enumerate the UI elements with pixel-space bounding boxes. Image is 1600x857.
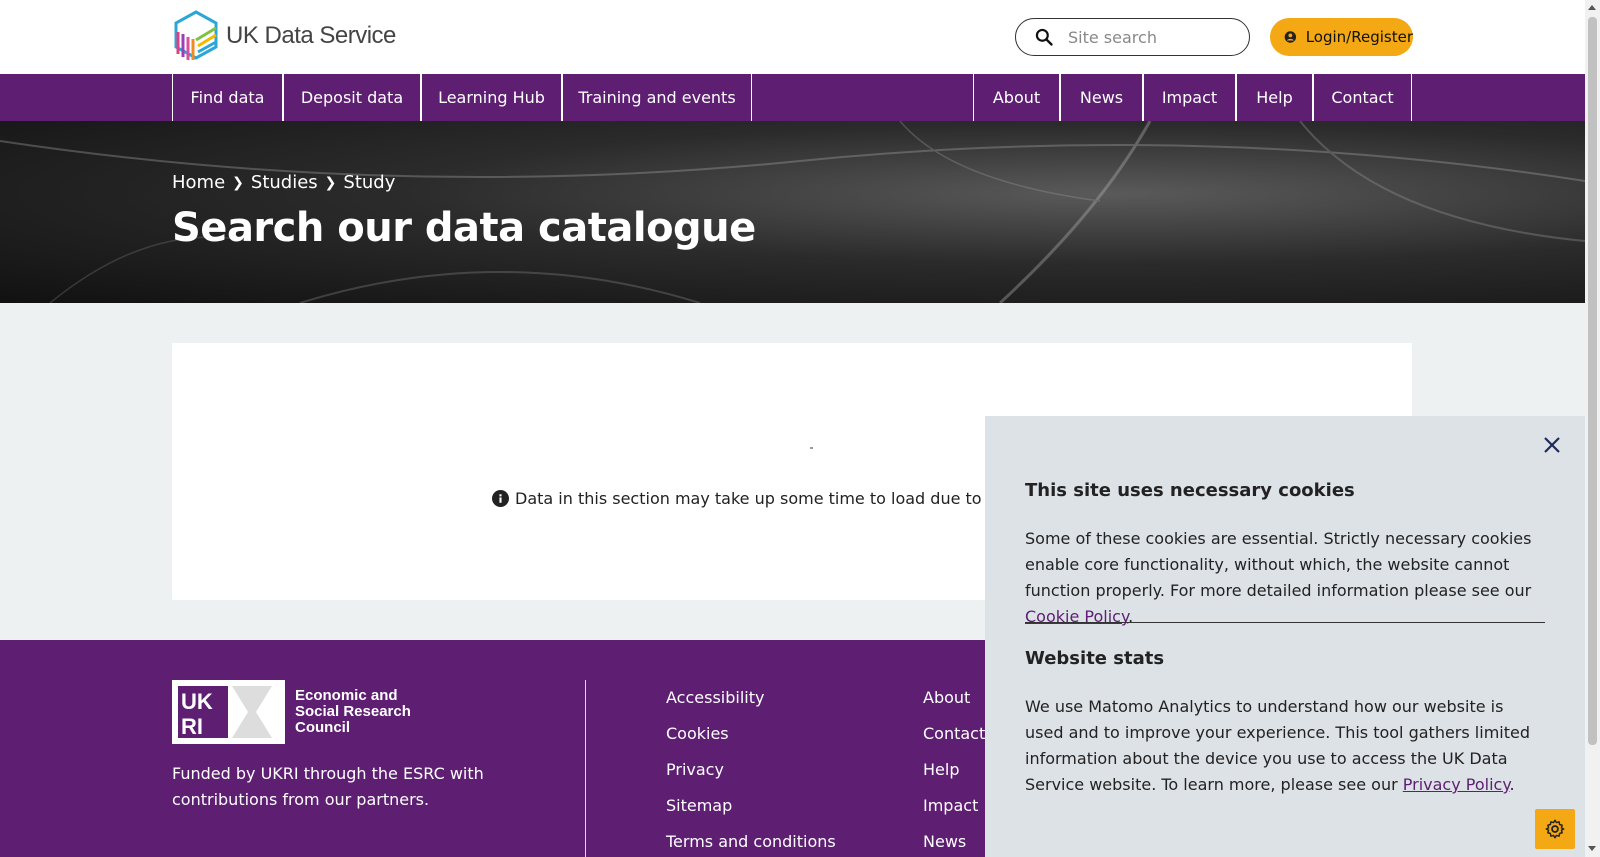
footer-link-news[interactable]: News (923, 832, 966, 851)
footer-links-site: About Contact Help Impact News (923, 688, 985, 857)
logo-text: UK Data Service (226, 22, 396, 49)
cookie-consent-panel: This site uses necessary cookies Some of… (985, 416, 1585, 857)
page-title: Search our data catalogue (172, 205, 756, 251)
scroll-up-arrow-icon[interactable] (1588, 5, 1596, 10)
breadcrumb: Home ❯ Studies ❯ Study (172, 172, 395, 193)
chevron-right-icon: ❯ (232, 174, 244, 191)
nav-item-contact[interactable]: Contact (1313, 74, 1412, 121)
page-hero: Home ❯ Studies ❯ Study Search our data c… (0, 121, 1585, 303)
nav-item-find-data[interactable]: Find data (172, 74, 283, 121)
breadcrumb-home[interactable]: Home (172, 172, 225, 193)
footer-link-help[interactable]: Help (923, 760, 959, 779)
scrollbar-thumb[interactable] (1588, 17, 1597, 745)
site-logo[interactable]: UK Data Service (172, 10, 396, 62)
svg-text:UK: UK (181, 689, 213, 714)
cookie-policy-link[interactable]: Cookie Policy (1025, 607, 1128, 626)
chevron-right-icon: ❯ (324, 174, 337, 191)
cookie-necessary-title: This site uses necessary cookies (1025, 480, 1355, 501)
nav-item-news[interactable]: News (1060, 74, 1143, 121)
footer-link-contact[interactable]: Contact (923, 724, 985, 743)
footer-link-about[interactable]: About (923, 688, 970, 707)
breadcrumb-studies[interactable]: Studies (251, 172, 318, 193)
footer-link-accessibility[interactable]: Accessibility (666, 688, 764, 707)
nav-item-training-events[interactable]: Training and events (562, 74, 752, 121)
loading-indicator (810, 447, 813, 449)
esrc-logo[interactable]: UK RI Economic and Social Research Counc… (172, 680, 435, 744)
footer-link-cookies[interactable]: Cookies (666, 724, 729, 743)
site-search[interactable] (1015, 18, 1250, 56)
user-circle-icon (1284, 31, 1297, 43)
site-header: UK Data Service Login/Register (0, 0, 1585, 74)
breadcrumb-current: Study (343, 172, 396, 193)
cookie-necessary-body: Some of these cookies are essential. Str… (1025, 529, 1532, 600)
footer-link-impact[interactable]: Impact (923, 796, 978, 815)
close-icon[interactable] (1541, 434, 1563, 456)
login-label: Login/Register (1305, 28, 1413, 46)
cookie-settings-button[interactable] (1535, 809, 1575, 849)
website-stats-title: Website stats (1025, 648, 1165, 669)
page-scrollbar[interactable] (1585, 0, 1600, 857)
login-register-button[interactable]: Login/Register (1270, 18, 1413, 56)
nav-item-learning-hub[interactable]: Learning Hub (421, 74, 562, 121)
loading-notice: Data in this section may take up some ti… (492, 489, 1013, 508)
footer-divider (585, 680, 586, 857)
scroll-down-arrow-icon[interactable] (1588, 846, 1596, 851)
svg-text:RI: RI (181, 714, 203, 739)
ukri-logo-icon: UK RI (172, 680, 285, 744)
footer-link-privacy[interactable]: Privacy (666, 760, 724, 779)
search-icon[interactable] (1034, 27, 1054, 47)
gear-icon (1545, 819, 1565, 839)
esrc-logo-text: Economic and Social Research Council (295, 687, 411, 736)
main-nav: Find data Deposit data Learning Hub Trai… (0, 74, 1585, 121)
nav-item-deposit-data[interactable]: Deposit data (283, 74, 421, 121)
footer-links-legal: Accessibility Cookies Privacy Sitemap Te… (666, 688, 836, 857)
nav-item-about[interactable]: About (973, 74, 1060, 121)
search-input[interactable] (1068, 27, 1238, 47)
loading-notice-text: Data in this section may take up some ti… (515, 489, 1013, 508)
footer-link-sitemap[interactable]: Sitemap (666, 796, 732, 815)
privacy-policy-link[interactable]: Privacy Policy (1403, 775, 1510, 794)
footer-link-terms[interactable]: Terms and conditions (666, 832, 836, 851)
nav-item-impact[interactable]: Impact (1143, 74, 1236, 121)
cookie-divider (1025, 622, 1545, 623)
website-stats-text: We use Matomo Analytics to understand ho… (1025, 697, 1530, 794)
info-icon (492, 490, 509, 507)
cookie-necessary-text: Some of these cookies are essential. Str… (1025, 529, 1532, 626)
nav-item-help[interactable]: Help (1236, 74, 1313, 121)
funding-statement: Funded by UKRI through the ESRC with con… (172, 764, 484, 809)
uk-data-service-logo-icon (174, 10, 218, 60)
